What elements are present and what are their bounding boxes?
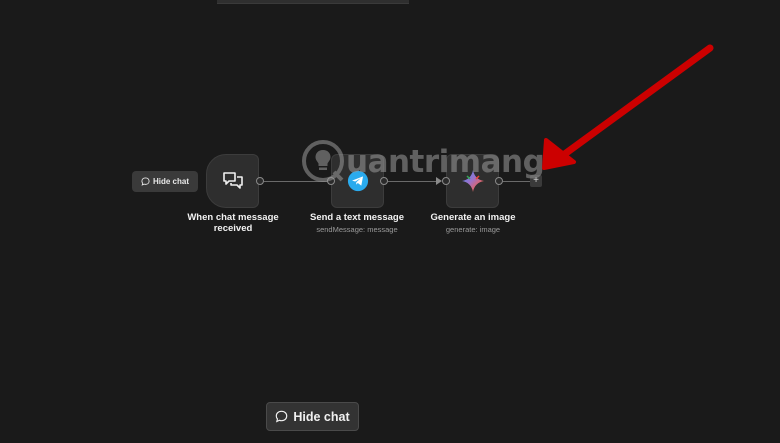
node-generate-image[interactable]	[446, 154, 499, 208]
connection-line	[264, 181, 332, 182]
hide-chat-label: Hide chat	[293, 409, 350, 424]
top-toolbar-edge	[217, 0, 409, 4]
add-node-button[interactable]: +	[530, 175, 542, 187]
node-telegram-send[interactable]	[331, 154, 384, 208]
node-title: Generate an image	[430, 212, 516, 223]
telegram-icon	[347, 170, 368, 192]
input-port[interactable]	[442, 177, 450, 185]
gemini-icon	[461, 170, 484, 192]
chat-bubble-icon	[141, 177, 150, 186]
node-chat-trigger[interactable]	[206, 154, 259, 208]
connection-line	[503, 181, 530, 182]
red-annotation-arrow-icon	[542, 44, 714, 170]
output-port[interactable]	[495, 177, 503, 185]
chat-bubble-icon	[276, 410, 288, 423]
output-port[interactable]	[380, 177, 388, 185]
chat-trigger-icon	[222, 172, 243, 189]
node-subtitle: sendMessage: message	[316, 225, 398, 234]
input-port[interactable]	[327, 177, 335, 185]
connection-line	[388, 181, 440, 182]
node-title: When chat message received	[187, 212, 279, 234]
hide-chat-small-button[interactable]: Hide chat	[132, 171, 198, 192]
hide-chat-small-label: Hide chat	[152, 177, 189, 186]
workflow-canvas[interactable]: Hide chat When chat message received Sen…	[0, 0, 780, 443]
node-title: Send a text message	[310, 212, 404, 223]
node-subtitle: generate: image	[445, 225, 501, 234]
hide-chat-button[interactable]: Hide chat	[266, 402, 359, 431]
output-port[interactable]	[256, 177, 264, 185]
